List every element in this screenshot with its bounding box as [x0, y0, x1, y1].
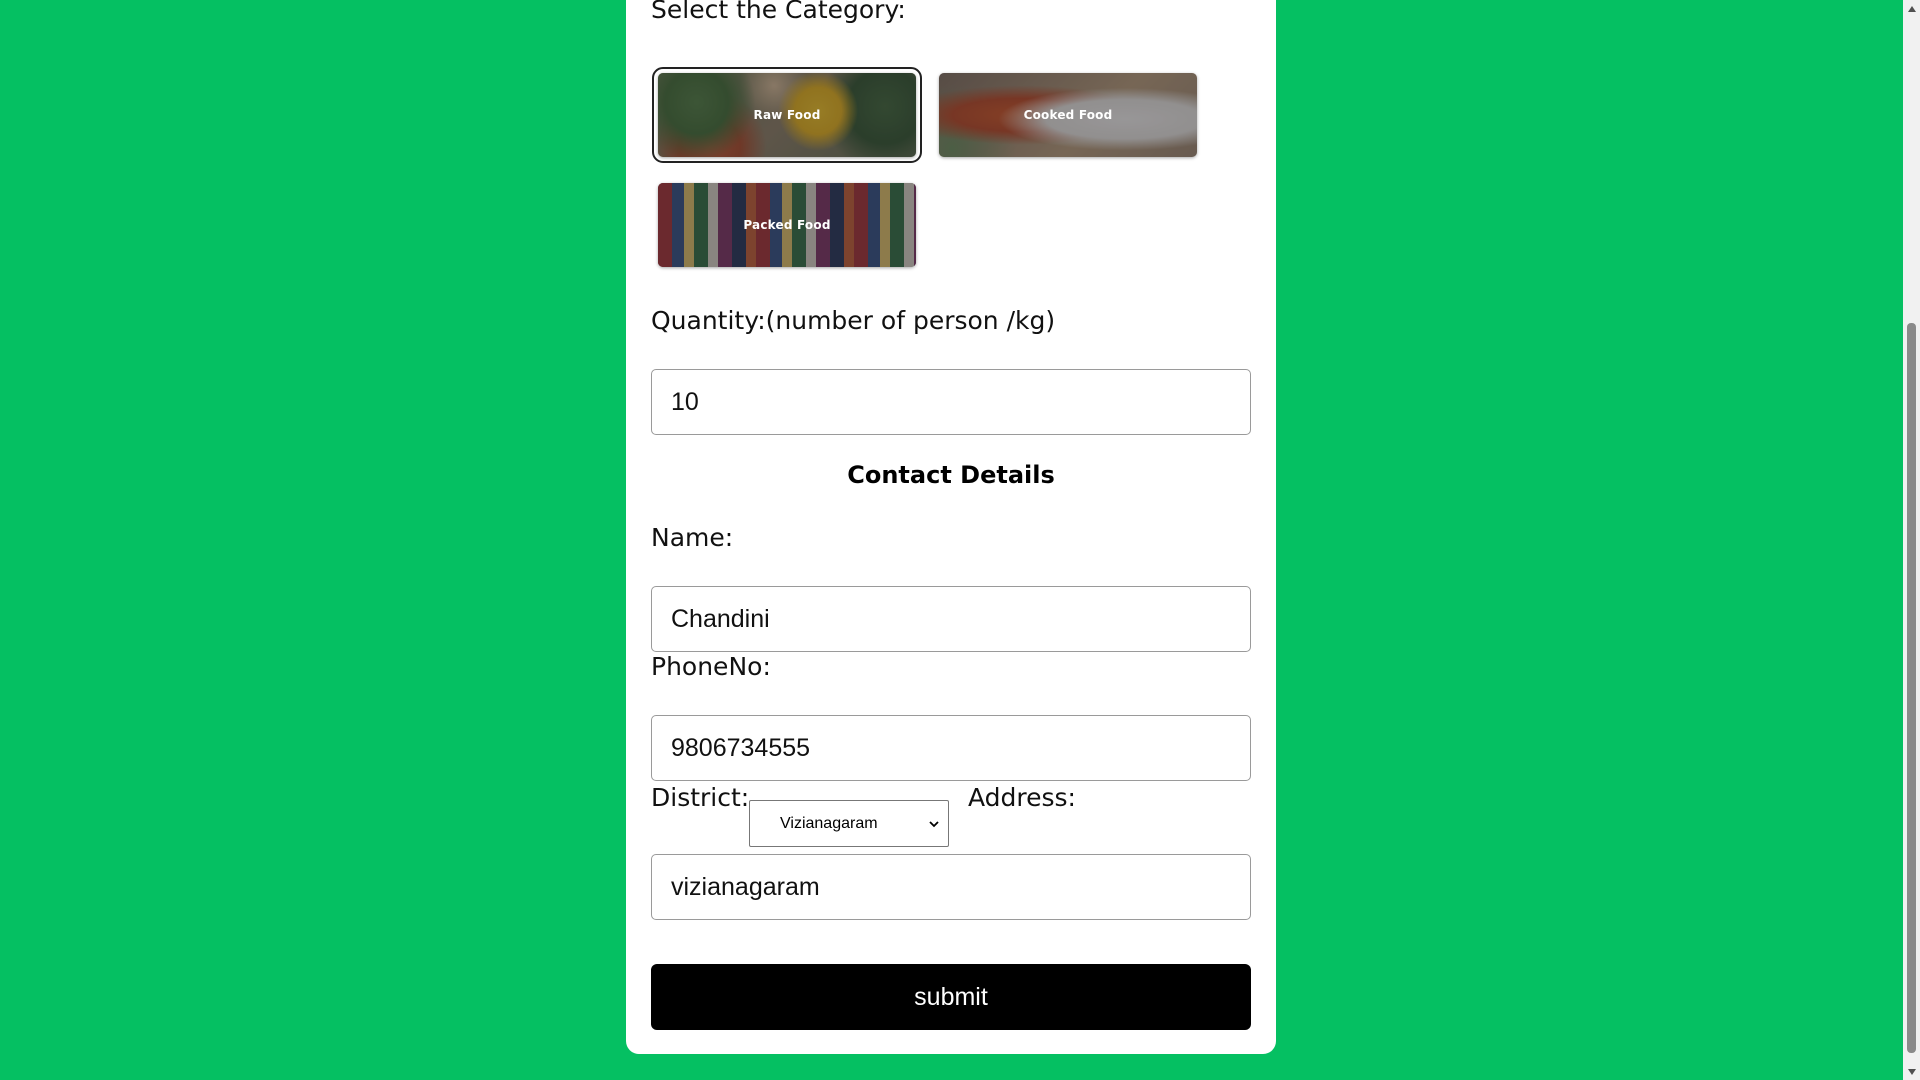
chevron-down-icon	[929, 820, 939, 827]
scroll-up-arrow-icon[interactable]	[1903, 0, 1920, 17]
quantity-input[interactable]: 10	[651, 369, 1251, 435]
address-input[interactable]: vizianagaram	[651, 854, 1251, 920]
category-name: Cooked Food	[1023, 108, 1113, 122]
category-name: Raw Food	[753, 108, 821, 122]
quantity-label: Quantity:(number of person /kg)	[651, 306, 1056, 335]
address-label: Address:	[968, 783, 1076, 812]
district-select[interactable]: Vizianagaram	[749, 800, 949, 847]
scroll-down-arrow-icon[interactable]	[1903, 1063, 1920, 1080]
category-name: Packed Food	[743, 218, 831, 232]
vertical-scrollbar[interactable]	[1903, 0, 1920, 1080]
name-input[interactable]: Chandini	[651, 586, 1251, 652]
phone-input[interactable]: 9806734555	[651, 715, 1251, 781]
donation-form-card: Select the Category: Raw Food Cooked Foo…	[626, 0, 1276, 1054]
submit-button[interactable]: submit	[651, 964, 1251, 1030]
category-cooked-food[interactable]: Cooked Food	[939, 73, 1197, 157]
category-packed-food[interactable]: Packed Food	[658, 183, 916, 267]
name-label: Name:	[651, 523, 734, 552]
phone-label: PhoneNo:	[651, 652, 771, 681]
scrollbar-thumb[interactable]	[1907, 323, 1916, 1053]
district-selected-value: Vizianagaram	[780, 814, 878, 832]
category-raw-food[interactable]: Raw Food	[652, 67, 922, 163]
contact-details-heading: Contact Details	[847, 461, 1055, 489]
district-label: District:	[651, 783, 750, 812]
category-label: Select the Category:	[651, 0, 906, 24]
